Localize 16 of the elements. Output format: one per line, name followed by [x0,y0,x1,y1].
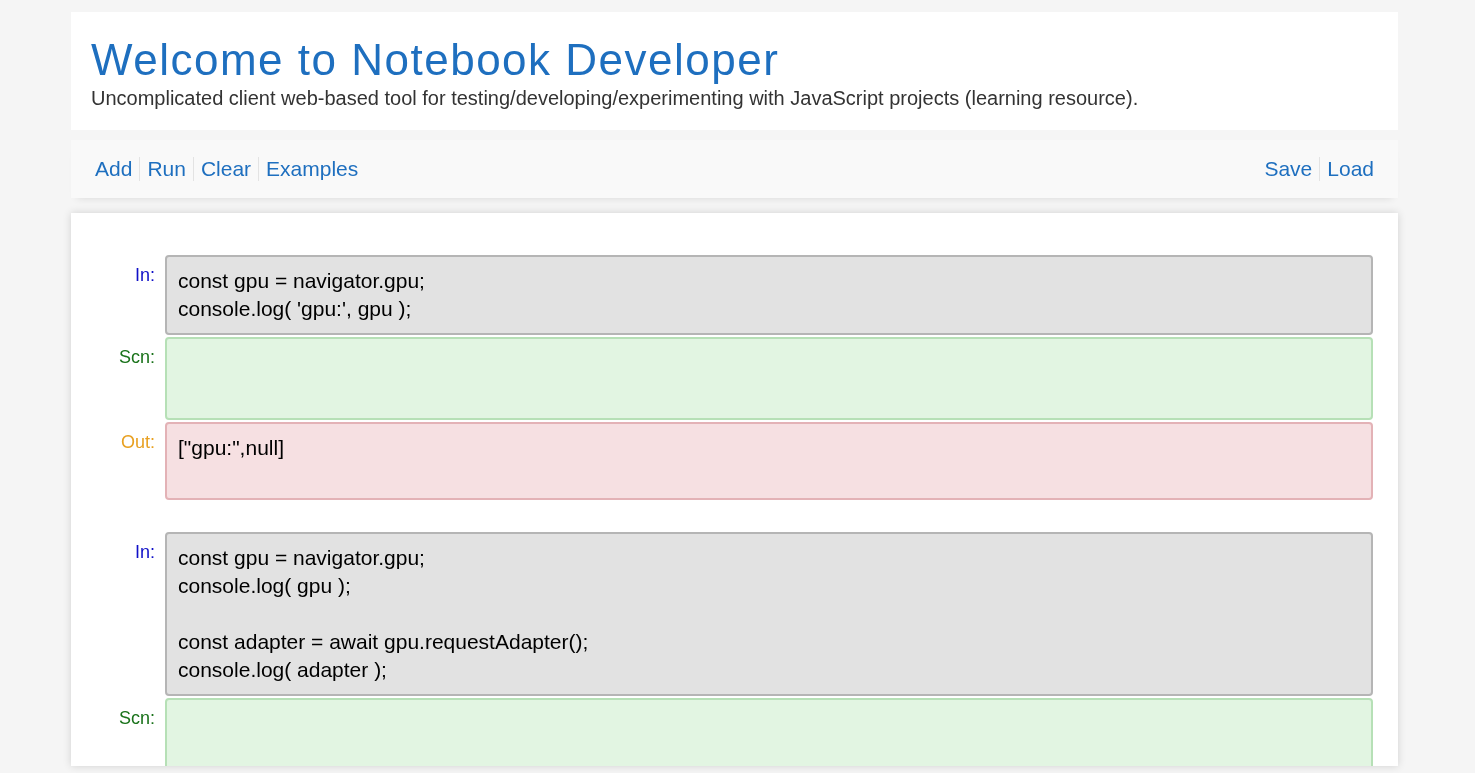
page-title: Welcome to Notebook Developer [91,34,780,86]
page-subtitle: Uncomplicated client web-based tool for testing/developing/experimenting with JavaScript projects (learning resource). [91,86,1139,110]
toolbar-link[interactable]: Save [1264,157,1320,181]
toolbar-link[interactable]: Run [139,157,193,181]
cell-label: Scn: [118,708,155,729]
code-input-field[interactable]: const gpu = navigator.gpu; console.log( gpu ); const adapter = await gpu.requestAdapter(); console.log( adapter ); [165,532,1373,696]
cell-label: In: [135,265,155,286]
toolbar-link[interactable]: Load [1319,157,1374,181]
toolbar-link[interactable]: Examples [258,157,359,181]
cell-label: Out: [121,432,155,453]
toolbar-link[interactable]: Add [95,157,140,181]
cell-label: Scn: [118,347,155,368]
cell-label: In: [135,542,155,563]
code-input-field[interactable]: const gpu = navigator.gpu; console.log( 'gpu:', gpu ); [165,255,1373,335]
output-area: ["gpu:",null] [165,422,1373,500]
toolbar-link[interactable]: Clear [192,157,259,181]
